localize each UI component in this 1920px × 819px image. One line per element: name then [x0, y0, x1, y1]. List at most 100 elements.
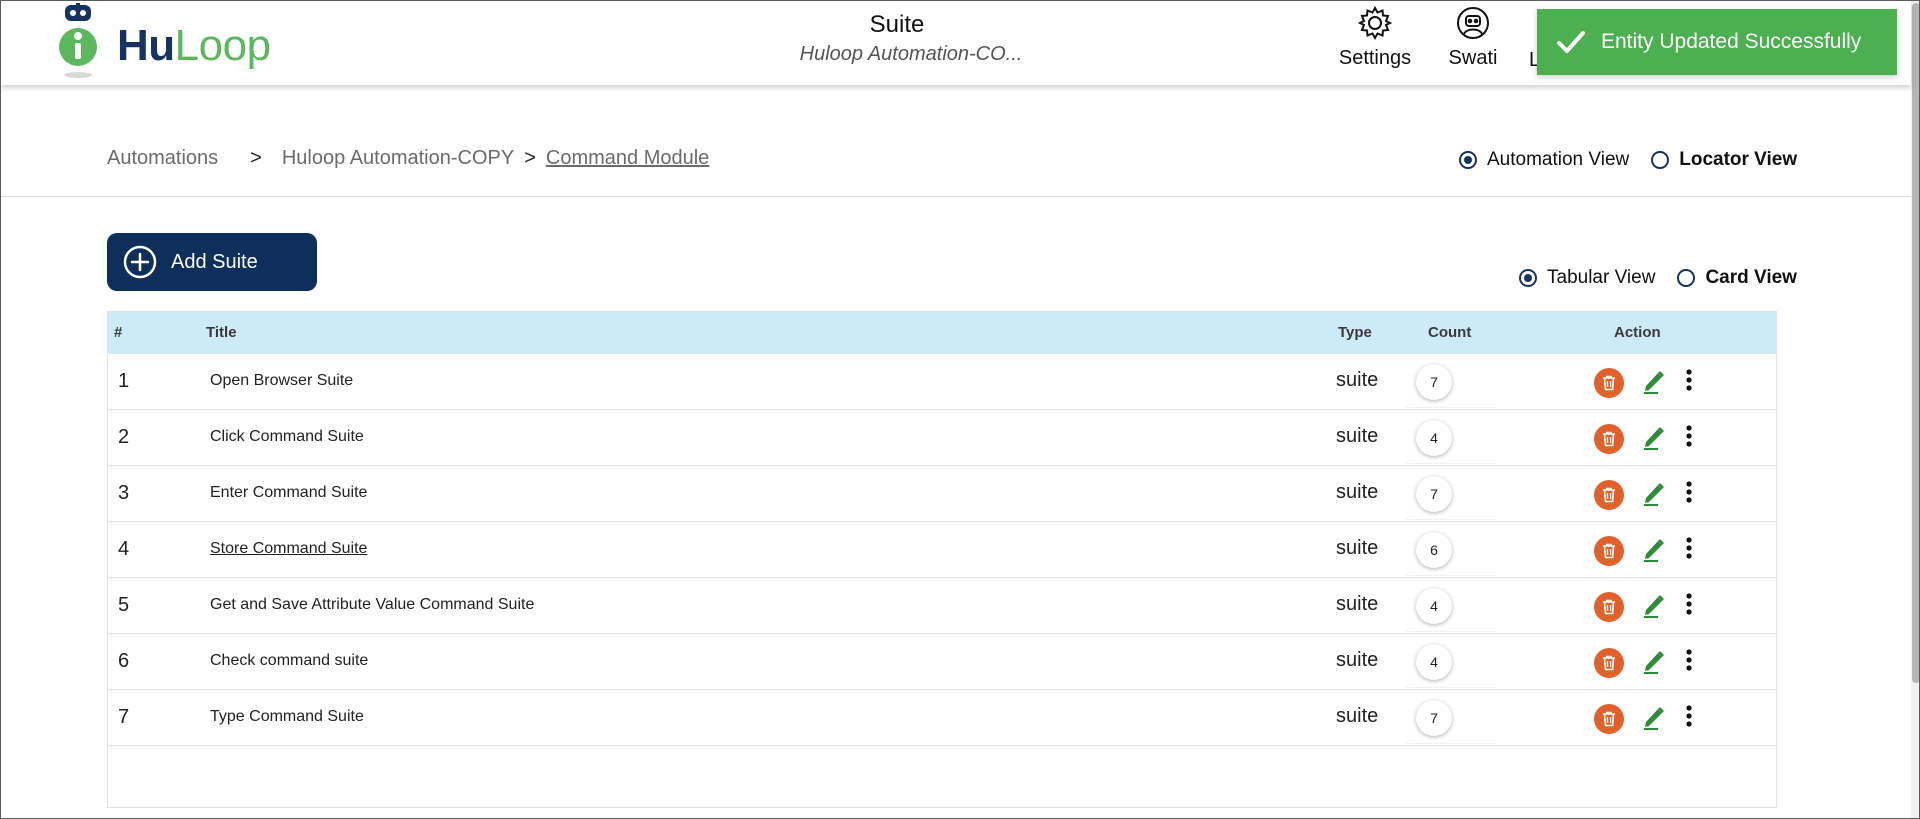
delete-button[interactable]	[1594, 368, 1624, 398]
table-row[interactable]: 6 Check command suite suite 4	[108, 634, 1776, 690]
delete-button[interactable]	[1594, 536, 1624, 566]
more-options-icon[interactable]	[1682, 592, 1696, 616]
breadcrumb-automations[interactable]: Automations	[107, 147, 218, 170]
edit-pencil-icon[interactable]	[1642, 648, 1666, 674]
radio-unselected-icon	[1651, 151, 1670, 169]
table-row[interactable]: 4 Store Command Suite suite 6	[108, 522, 1776, 578]
breadcrumb-separator: >	[250, 147, 262, 169]
edit-pencil-icon[interactable]	[1642, 536, 1666, 562]
table-row[interactable]: 3 Enter Command Suite suite 7	[108, 466, 1776, 522]
edit-pencil-icon[interactable]	[1642, 424, 1666, 450]
count-badge: 4	[1416, 420, 1452, 456]
radio-selected-icon	[1519, 269, 1537, 287]
radio-unselected-icon	[1677, 269, 1696, 287]
row-title[interactable]: Check command suite	[210, 652, 368, 670]
more-options-icon[interactable]	[1682, 480, 1696, 504]
success-toast[interactable]: Entity Updated Successfully	[1537, 9, 1897, 75]
scrollbar-thumb[interactable]	[1912, 3, 1919, 683]
settings-nav[interactable]: Settings	[1335, 5, 1415, 70]
count-badge: 6	[1416, 532, 1452, 568]
column-header-title[interactable]: Title	[206, 324, 237, 341]
edit-pencil-icon[interactable]	[1642, 368, 1666, 394]
table-row[interactable]: 5 Get and Save Attribute Value Command Su…	[108, 578, 1776, 634]
delete-button[interactable]	[1594, 424, 1624, 454]
page-title: Suite	[869, 11, 925, 38]
breadcrumb: Automations > Huloop Automation-COPY > C…	[107, 147, 709, 170]
trash-icon	[1603, 655, 1615, 671]
suite-table: # Title Type Count Action 1 Open Browser …	[107, 311, 1777, 808]
user-nav[interactable]: Swati	[1433, 5, 1513, 70]
row-type: suite	[1336, 369, 1379, 391]
column-header-action: Action	[1614, 324, 1661, 341]
count-cell: 7	[1406, 472, 1496, 520]
column-header-number: #	[114, 324, 123, 341]
row-title[interactable]: Click Command Suite	[210, 428, 364, 446]
check-icon	[1557, 31, 1585, 53]
row-type: suite	[1336, 705, 1379, 727]
table-row[interactable]: 2 Click Command Suite suite 4	[108, 410, 1776, 466]
row-number: 7	[118, 706, 130, 728]
row-type: suite	[1336, 593, 1379, 615]
logo-wordmark: HuLoop	[117, 21, 271, 70]
plus-circle-icon	[123, 245, 157, 279]
radio-selected-icon	[1459, 151, 1477, 169]
user-label: Swati	[1448, 47, 1498, 69]
automation-view-radio[interactable]: Automation View	[1459, 149, 1629, 171]
table-row[interactable]: 7 Type Command Suite suite 7	[108, 690, 1776, 746]
user-avatar-icon	[1457, 7, 1489, 39]
count-badge: 7	[1416, 364, 1452, 400]
trash-icon	[1603, 431, 1615, 447]
more-options-icon[interactable]	[1682, 536, 1696, 560]
count-cell: 6	[1406, 528, 1496, 576]
delete-button[interactable]	[1594, 592, 1624, 622]
count-cell: 4	[1406, 416, 1496, 464]
edit-pencil-icon[interactable]	[1642, 592, 1666, 618]
row-type: suite	[1336, 537, 1379, 559]
more-options-icon[interactable]	[1682, 368, 1696, 392]
row-number: 5	[118, 594, 130, 616]
huloop-logo[interactable]: HuLoop	[53, 3, 283, 83]
more-options-icon[interactable]	[1682, 704, 1696, 728]
trash-icon	[1603, 375, 1615, 391]
row-type: suite	[1336, 481, 1379, 503]
more-options-icon[interactable]	[1682, 648, 1696, 672]
row-number: 3	[118, 482, 130, 504]
list-view-toggle: Tabular View Card View	[1519, 267, 1819, 289]
row-number: 4	[118, 538, 130, 560]
row-title[interactable]: Type Command Suite	[210, 708, 364, 726]
delete-button[interactable]	[1594, 480, 1624, 510]
more-options-icon[interactable]	[1682, 424, 1696, 448]
trash-icon	[1603, 487, 1615, 503]
count-badge: 7	[1416, 476, 1452, 512]
settings-label: Settings	[1338, 47, 1412, 69]
robot-logo-icon	[59, 3, 97, 78]
delete-button[interactable]	[1594, 648, 1624, 678]
count-cell: 4	[1406, 584, 1496, 632]
gear-icon	[1357, 5, 1393, 41]
view-mode-toggle: Automation View Locator View	[1459, 149, 1819, 171]
breadcrumb-automation-name[interactable]: Huloop Automation-COPY	[282, 147, 514, 170]
row-type: suite	[1336, 649, 1379, 671]
column-header-type[interactable]: Type	[1338, 324, 1372, 341]
card-view-radio[interactable]: Card View	[1677, 267, 1797, 289]
delete-button[interactable]	[1594, 704, 1624, 734]
row-title[interactable]: Store Command Suite	[210, 540, 367, 558]
trash-icon	[1603, 543, 1615, 559]
locator-view-radio[interactable]: Locator View	[1651, 149, 1797, 171]
add-suite-button[interactable]: Add Suite	[107, 233, 317, 291]
vertical-scrollbar[interactable]	[1911, 1, 1919, 818]
row-number: 1	[118, 370, 130, 392]
edit-pencil-icon[interactable]	[1642, 704, 1666, 730]
edit-pencil-icon[interactable]	[1642, 480, 1666, 506]
row-title[interactable]: Get and Save Attribute Value Command Sui…	[210, 596, 534, 614]
breadcrumb-current[interactable]: Command Module	[546, 147, 709, 170]
trash-icon	[1603, 711, 1615, 727]
row-title[interactable]: Enter Command Suite	[210, 484, 367, 502]
column-header-count[interactable]: Count	[1428, 324, 1471, 341]
row-title[interactable]: Open Browser Suite	[210, 372, 353, 390]
count-cell: 7	[1406, 360, 1496, 408]
table-row[interactable]: 1 Open Browser Suite suite 7	[108, 354, 1776, 410]
row-type: suite	[1336, 425, 1379, 447]
tabular-view-radio[interactable]: Tabular View	[1519, 267, 1655, 289]
row-number: 6	[118, 650, 130, 672]
